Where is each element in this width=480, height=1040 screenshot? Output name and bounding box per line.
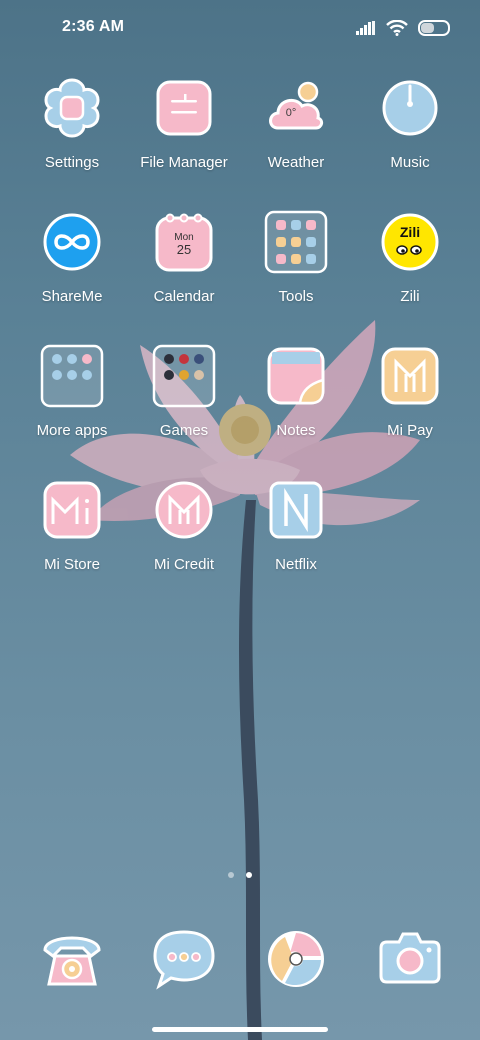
- app-label: Calendar: [153, 288, 215, 305]
- app-calendar[interactable]: Mon 25 Calendar: [129, 210, 239, 305]
- camera-icon: [379, 932, 441, 984]
- app-label: Netflix: [275, 556, 317, 573]
- app-label: ShareMe: [41, 288, 103, 305]
- mi-pay-icon: [381, 347, 439, 405]
- dock-phone[interactable]: [17, 926, 127, 997]
- shareme-icon: [43, 213, 101, 271]
- calendar-icon: Mon 25: [155, 213, 213, 272]
- status-bar: 2:36 AM: [0, 0, 480, 56]
- status-time: 2:36 AM: [62, 18, 125, 35]
- app-mi-store[interactable]: Mi Store: [17, 478, 127, 573]
- calendar-date: 25: [177, 242, 191, 257]
- settings-icon: [44, 78, 100, 138]
- page-dot-1[interactable]: [228, 872, 234, 878]
- app-zili[interactable]: Zili Zili: [355, 210, 465, 305]
- games-folder-icon: [152, 344, 216, 408]
- dock-camera[interactable]: [355, 926, 465, 997]
- netflix-icon: [269, 481, 323, 539]
- page-indicator: [0, 872, 480, 878]
- messages-icon: [153, 930, 215, 990]
- app-label: More apps: [36, 422, 108, 439]
- mi-credit-icon: [155, 481, 213, 539]
- app-netflix[interactable]: Netflix: [241, 478, 351, 573]
- app-label: File Manager: [140, 154, 228, 171]
- home-gesture-bar[interactable]: [152, 1027, 328, 1032]
- app-label: Settings: [44, 154, 100, 171]
- folder-icon: [156, 80, 212, 136]
- app-settings[interactable]: Settings: [17, 76, 127, 171]
- page-dot-2[interactable]: [246, 872, 252, 878]
- app-label: Notes: [276, 422, 316, 439]
- folder-tools[interactable]: Tools: [241, 210, 351, 305]
- app-label: Mi Credit: [153, 556, 214, 573]
- phone-icon: [43, 936, 101, 986]
- more-apps-folder-icon: [40, 344, 104, 408]
- app-label: Weather: [267, 154, 325, 171]
- app-label: Mi Pay: [387, 422, 433, 439]
- app-label: Mi Store: [44, 556, 100, 573]
- app-label: Zili: [400, 288, 420, 305]
- zili-brand: Zili: [400, 224, 420, 240]
- app-file-manager[interactable]: File Manager: [129, 76, 239, 171]
- app-shareme[interactable]: ShareMe: [17, 210, 127, 305]
- app-mi-credit[interactable]: Mi Credit: [129, 478, 239, 573]
- wifi-icon: [386, 20, 408, 36]
- app-weather[interactable]: 0° Weather: [241, 76, 351, 171]
- tools-folder-icon: [264, 210, 328, 274]
- signal-icon: [356, 21, 375, 35]
- mi-store-icon: [43, 481, 101, 539]
- weather-icon: 0°: [269, 81, 324, 130]
- zili-icon: Zili: [381, 213, 439, 271]
- app-label: Tools: [278, 288, 314, 305]
- music-icon: [382, 80, 438, 136]
- folder-more-apps[interactable]: More apps: [17, 344, 127, 439]
- folder-games[interactable]: Games: [129, 344, 239, 439]
- app-notes[interactable]: Notes: [241, 344, 351, 439]
- app-label: Games: [159, 422, 209, 439]
- app-music[interactable]: Music: [355, 76, 465, 171]
- battery-icon: [418, 20, 450, 36]
- notes-icon: [267, 347, 325, 405]
- dock-browser[interactable]: [241, 926, 351, 997]
- browser-icon: [268, 931, 324, 987]
- app-label: Music: [390, 154, 430, 171]
- weather-temp: 0°: [286, 107, 297, 119]
- dock-messages[interactable]: [129, 926, 239, 997]
- app-mi-pay[interactable]: Mi Pay: [355, 344, 465, 439]
